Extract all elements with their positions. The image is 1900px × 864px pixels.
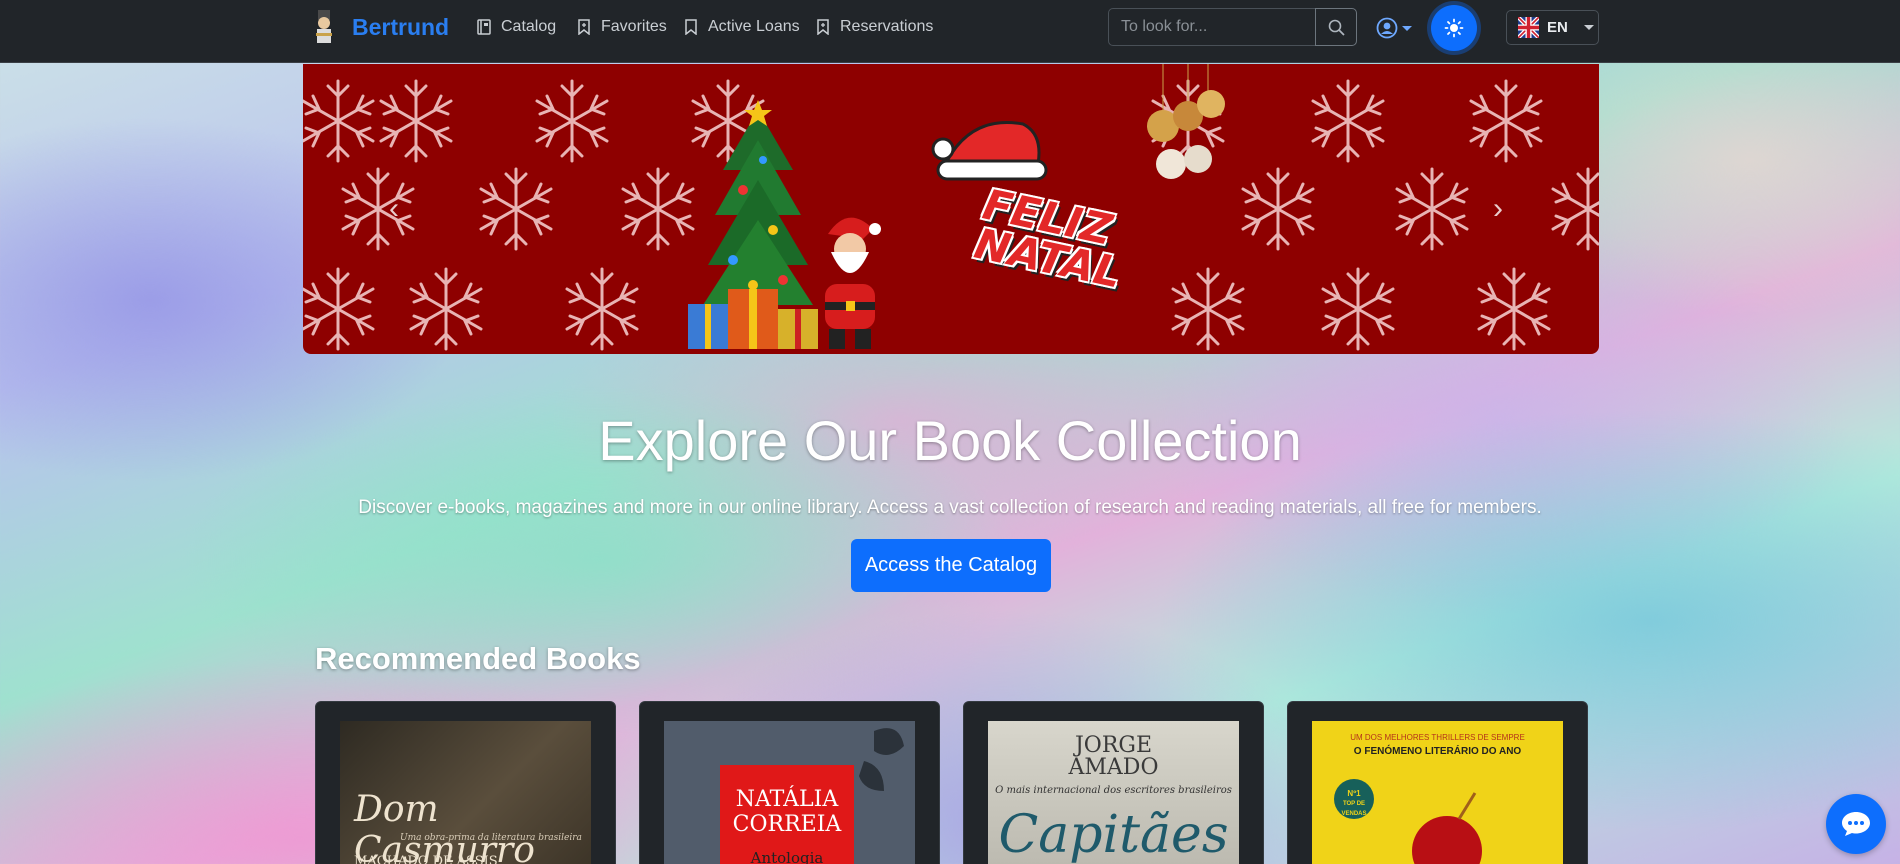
book-tagline: O mais internacional dos escritores bras… (995, 785, 1232, 796)
sun-icon (1444, 18, 1464, 38)
search-input[interactable]: To look for... (1108, 8, 1316, 46)
recommended-books-title: Recommended Books (315, 641, 641, 676)
snowflake-icon (1395, 167, 1469, 251)
search-icon (1328, 19, 1345, 36)
book-cover[interactable]: JORGE AMADO O mais internacional dos esc… (988, 721, 1239, 864)
uk-flag-icon (1518, 17, 1539, 38)
hero-subtitle: Discover e-books, magazines and more in … (358, 497, 1542, 518)
santa-hat-icon (931, 121, 1048, 181)
flower-silhouette-icon (859, 728, 904, 791)
book-card[interactable]: Dom Casmurro Uma obra-prima da literatur… (315, 701, 616, 864)
book-card[interactable]: NATÁLIA CORREIA Antologia (639, 701, 940, 864)
language-label: EN (1547, 19, 1568, 36)
snowflake-icon (1241, 167, 1315, 251)
search-button[interactable] (1315, 8, 1357, 46)
snowflake-icon (341, 167, 415, 251)
book-tagline: Uma obra-prima da literatura brasileira (400, 833, 582, 843)
snowflake-icon (479, 167, 553, 251)
nav-active-loans[interactable]: Active Loans (684, 18, 800, 36)
theme-toggle-button[interactable] (1431, 5, 1477, 51)
apple-icon (1412, 792, 1482, 864)
banner-prev-icon[interactable]: ‹ (389, 192, 399, 226)
access-catalog-button[interactable]: Access the Catalog (851, 539, 1051, 592)
snowflake-icon (1551, 167, 1599, 251)
nav-favorites[interactable]: Favorites (577, 18, 667, 36)
snowflake-icon (1477, 267, 1551, 351)
top-navbar: Bertrund Catalog Favorites Active Loans … (0, 0, 1900, 63)
user-circle-icon (1376, 17, 1398, 39)
book-cover[interactable]: NATÁLIA CORREIA Antologia (664, 721, 915, 864)
snowflake-icon (1311, 79, 1385, 163)
logo-icon[interactable] (312, 7, 336, 47)
chevron-down-icon (1583, 25, 1594, 30)
brand-name[interactable]: Bertrund (352, 14, 449, 41)
book-cover[interactable]: UM DOS MELHORES THRILLERS DE SEMPRE O FE… (1312, 721, 1563, 864)
book-author-first: JORGE (1074, 733, 1153, 758)
bookmark-icon (685, 19, 697, 35)
nav-reservations-label: Reservations (840, 18, 934, 35)
nav-reservations[interactable]: Reservations (816, 18, 933, 36)
hero-title: Explore Our Book Collection (598, 409, 1302, 472)
chevron-down-icon (1402, 25, 1412, 31)
chat-bubble-icon (1842, 812, 1870, 836)
book-cover[interactable]: Dom Casmurro Uma obra-prima da literatur… (340, 721, 591, 864)
ornaments-icon (1147, 64, 1225, 179)
nav-active-loans-label: Active Loans (708, 18, 800, 35)
nav-catalog-label: Catalog (501, 18, 557, 35)
book-subtitle: O FENÓMENO LITERÁRIO DO ANO (1353, 746, 1522, 757)
banner-next-icon[interactable]: › (1493, 192, 1503, 226)
book-author: MACHADO DE ASSIS (354, 854, 498, 864)
bookmark-icon (817, 19, 829, 35)
book-card[interactable]: UM DOS MELHORES THRILLERS DE SEMPRE O FE… (1287, 701, 1588, 864)
book-author-first: NATÁLIA (735, 787, 839, 812)
snowflake-icon (303, 267, 375, 351)
book-tagline: UM DOS MELHORES THRILLERS DE SEMPRE (1350, 733, 1525, 742)
snowflake-icon (1171, 267, 1245, 351)
nav-catalog[interactable]: Catalog (477, 18, 556, 36)
book-icon (477, 19, 491, 35)
badge-top: Nº1 (1347, 789, 1361, 798)
book-red-panel: NATÁLIA CORREIA Antologia (720, 765, 854, 864)
book-title-text: Antologia (750, 849, 824, 864)
snowflake-icon (535, 79, 609, 163)
bookmark-icon (578, 19, 590, 35)
nav-favorites-label: Favorites (601, 18, 667, 35)
snowflake-icon (565, 267, 639, 351)
snowflake-icon (1321, 267, 1395, 351)
holiday-banner[interactable]: ‹ › FELIZ NATAL (303, 64, 1599, 354)
santa-icon (825, 217, 881, 349)
language-selector[interactable]: EN (1506, 10, 1599, 45)
snowflake-icon (409, 267, 483, 351)
bestseller-badge: Nº1 TOP DE VENDAS (1334, 779, 1374, 819)
book-title-text: Dom Casmurro (354, 789, 535, 864)
badge-bottom: TOP DE VENDAS (1341, 801, 1367, 817)
book-author-last: AMADO (1068, 755, 1159, 780)
book-title-text: Capitães (998, 805, 1229, 864)
snowflake-icon (1469, 79, 1543, 163)
book-card[interactable]: JORGE AMADO O mais internacional dos esc… (963, 701, 1264, 864)
user-menu-dropdown[interactable] (1376, 17, 1412, 39)
banner-greeting: FELIZ NATAL (970, 180, 1133, 298)
snowflake-icon (621, 167, 695, 251)
book-author-last: CORREIA (732, 812, 842, 837)
snowflake-icon (379, 79, 453, 163)
chat-button[interactable] (1826, 794, 1886, 854)
